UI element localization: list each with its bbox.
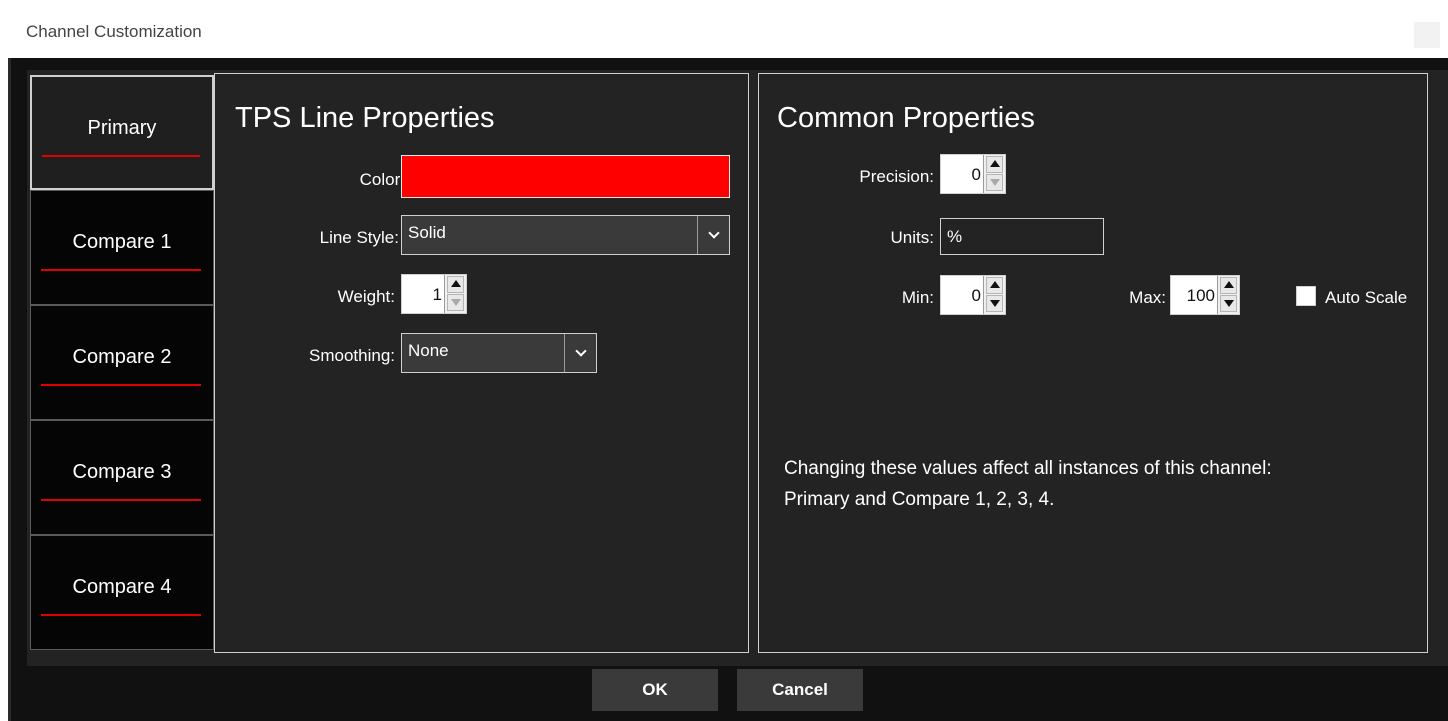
weight-value: 1	[432, 285, 442, 304]
increment-arrow-icon[interactable]	[1220, 277, 1237, 294]
line-style-value: Solid	[408, 223, 446, 242]
precision-label: Precision:	[859, 167, 934, 186]
note-line-2: Primary and Compare 1, 2, 3, 4.	[784, 489, 1055, 510]
line-style-select[interactable]: Solid	[401, 215, 730, 255]
chevron-down-icon[interactable]	[697, 216, 729, 254]
chevron-down-icon[interactable]	[564, 334, 596, 372]
tab-label: Compare 1	[72, 231, 172, 253]
note-line-1: Changing these values affect all instanc…	[784, 458, 1272, 479]
tab-color-line	[41, 269, 201, 271]
decrement-arrow-icon[interactable]	[447, 294, 464, 311]
color-swatch[interactable]	[401, 155, 730, 198]
window-title: Channel Customization	[26, 22, 202, 41]
line-properties-title: TPS Line Properties	[235, 102, 495, 134]
increment-arrow-icon[interactable]	[986, 156, 1003, 173]
tab-compare-3[interactable]: Compare 3	[30, 420, 214, 535]
weight-label: Weight:	[337, 287, 395, 306]
smoothing-select[interactable]: None	[401, 333, 597, 373]
tab-label: Compare 2	[72, 346, 172, 368]
tab-primary[interactable]: Primary	[30, 75, 214, 190]
increment-arrow-icon[interactable]	[986, 277, 1003, 294]
min-value: 0	[971, 286, 981, 305]
line-properties-panel: TPS Line Properties Color: Line Style: S…	[214, 73, 749, 653]
tab-label: Compare 4	[72, 576, 172, 598]
units-input[interactable]: %	[940, 218, 1104, 255]
stepper-arrows	[444, 275, 466, 313]
stepper-arrows	[983, 155, 1005, 193]
min-label: Min:	[901, 288, 934, 307]
tab-color-line	[42, 155, 200, 157]
units-label: Units:	[890, 228, 934, 247]
tab-compare-4[interactable]: Compare 4	[30, 535, 214, 650]
tab-color-line	[41, 384, 201, 386]
color-label: Color:	[359, 170, 405, 189]
ok-button[interactable]: OK	[592, 669, 718, 711]
stepper-arrows	[1217, 276, 1239, 314]
precision-value: 0	[971, 165, 981, 184]
weight-stepper[interactable]: 1	[401, 274, 467, 314]
line-style-label: Line Style:	[319, 228, 399, 247]
smoothing-value: None	[408, 341, 449, 360]
tab-label: Primary	[87, 117, 157, 139]
tab-compare-2[interactable]: Compare 2	[30, 305, 214, 420]
tab-label: Compare 3	[72, 461, 172, 483]
max-label: Max:	[1129, 288, 1166, 307]
auto-scale-label: Auto Scale	[1325, 288, 1408, 307]
close-icon[interactable]	[1414, 22, 1440, 48]
common-properties-panel: Common Properties Precision: 0 Units: % …	[758, 73, 1428, 653]
precision-stepper[interactable]: 0	[940, 154, 1006, 194]
tab-color-line	[41, 499, 201, 501]
increment-arrow-icon[interactable]	[447, 276, 464, 293]
stepper-arrows	[983, 276, 1005, 314]
common-properties-note: Changing these values affect all instanc…	[784, 453, 1272, 515]
max-value: 100	[1186, 286, 1215, 305]
smoothing-label: Smoothing:	[309, 346, 395, 365]
min-stepper[interactable]: 0	[940, 275, 1006, 315]
decrement-arrow-icon[interactable]	[1220, 295, 1237, 312]
max-stepper[interactable]: 100	[1170, 275, 1240, 315]
auto-scale-checkbox[interactable]	[1296, 286, 1316, 306]
decrement-arrow-icon[interactable]	[986, 174, 1003, 191]
cancel-button[interactable]: Cancel	[737, 669, 863, 711]
tab-color-line	[41, 614, 201, 616]
units-value: %	[947, 227, 963, 246]
common-properties-title: Common Properties	[777, 102, 1035, 134]
decrement-arrow-icon[interactable]	[986, 295, 1003, 312]
window-left-edge	[0, 58, 8, 721]
tab-compare-1[interactable]: Compare 1	[30, 190, 214, 305]
title-bar: Channel Customization	[0, 0, 1448, 58]
